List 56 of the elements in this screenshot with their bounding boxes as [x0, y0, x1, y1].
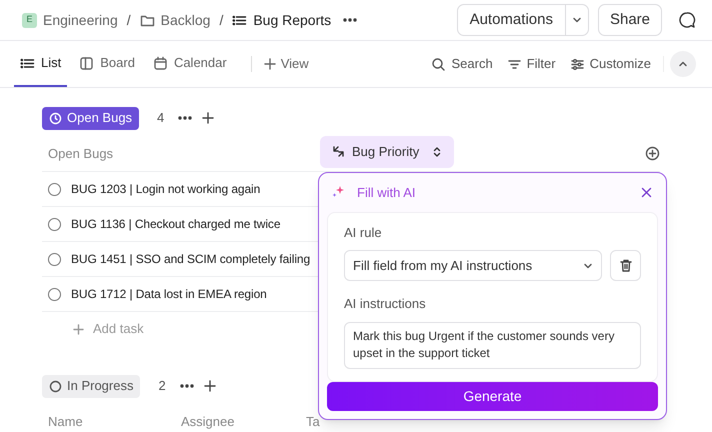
plus-icon: [73, 324, 84, 334]
task-name[interactable]: BUG 1712 | Data lost in EMEA region: [71, 285, 267, 303]
status-badge[interactable]: In Progress: [42, 374, 140, 398]
chevron-up-icon: [678, 59, 688, 69]
view-tab[interactable]: Calendar: [146, 41, 233, 87]
calendar-icon: [152, 56, 168, 70]
chevron-down-icon: [572, 15, 582, 25]
task-name[interactable]: BUG 1451 | SSO and SCIM completely failing: [71, 250, 310, 268]
instructions-field[interactable]: Mark this bug Urgent if the customer sounds very upset in the support ticket: [344, 322, 641, 369]
list-icon: [232, 12, 248, 28]
rule-dropdown[interactable]: Fill field from my AI instructions: [344, 250, 602, 282]
task-count: 4: [157, 109, 164, 128]
trash-icon: [620, 259, 632, 272]
task-name[interactable]: BUG 1203 | Login not working again: [71, 180, 260, 198]
clock-circle-icon: [49, 112, 62, 124]
plus-icon: [202, 112, 214, 124]
share-button[interactable]: Share: [598, 4, 662, 36]
list-icon: [20, 56, 35, 70]
board-icon: [79, 56, 94, 70]
toolbar-button[interactable]: Customize: [570, 54, 651, 74]
search-icon: [431, 56, 446, 72]
collapse-button[interactable]: [670, 51, 696, 77]
task-name[interactable]: BUG 1136 | Checkout charged me twice: [71, 215, 280, 233]
view-tab[interactable]: Board: [73, 41, 141, 87]
breadcrumb-link[interactable]: Bug Reports: [232, 10, 332, 30]
sort-icon: [432, 146, 442, 158]
add-column-icon: [645, 146, 660, 161]
column-header: Open Bugs: [48, 144, 114, 163]
circle-icon: [49, 380, 62, 392]
delete-button[interactable]: [610, 250, 641, 282]
close-icon: [641, 186, 652, 198]
sliders-icon: [570, 56, 585, 72]
popup-title: Fill with AI: [357, 184, 416, 202]
status-badge[interactable]: Open Bugs: [42, 106, 140, 130]
breadcrumb-separator: /: [219, 10, 224, 30]
column-header: Assignee: [181, 412, 236, 431]
toolbar-button[interactable]: Search: [431, 54, 493, 74]
breadcrumb-link[interactable]: E Engineering: [22, 10, 118, 30]
view-tab[interactable]: List: [14, 41, 68, 87]
field-label: AI rule: [344, 224, 383, 242]
column-header: Ta: [306, 412, 321, 431]
field-label: AI instructions: [344, 295, 427, 314]
add-view-button[interactable]: View: [264, 54, 309, 74]
generate-button[interactable]: Generate: [327, 382, 658, 411]
breadcrumb-link[interactable]: Backlog: [140, 10, 210, 30]
toolbar-button[interactable]: Filter: [506, 54, 556, 74]
swap-arrows-icon: [332, 145, 345, 158]
sparkle-icon: [331, 185, 345, 200]
column-header: Name: [48, 412, 84, 431]
breadcrumb-separator: /: [126, 10, 131, 30]
chat-icon: [678, 11, 696, 29]
close-button[interactable]: [641, 186, 652, 198]
plus-icon: [264, 58, 276, 70]
plus-icon: [204, 380, 216, 392]
column-header-button[interactable]: Bug Priority: [320, 136, 454, 168]
task-count: 2: [158, 377, 166, 396]
